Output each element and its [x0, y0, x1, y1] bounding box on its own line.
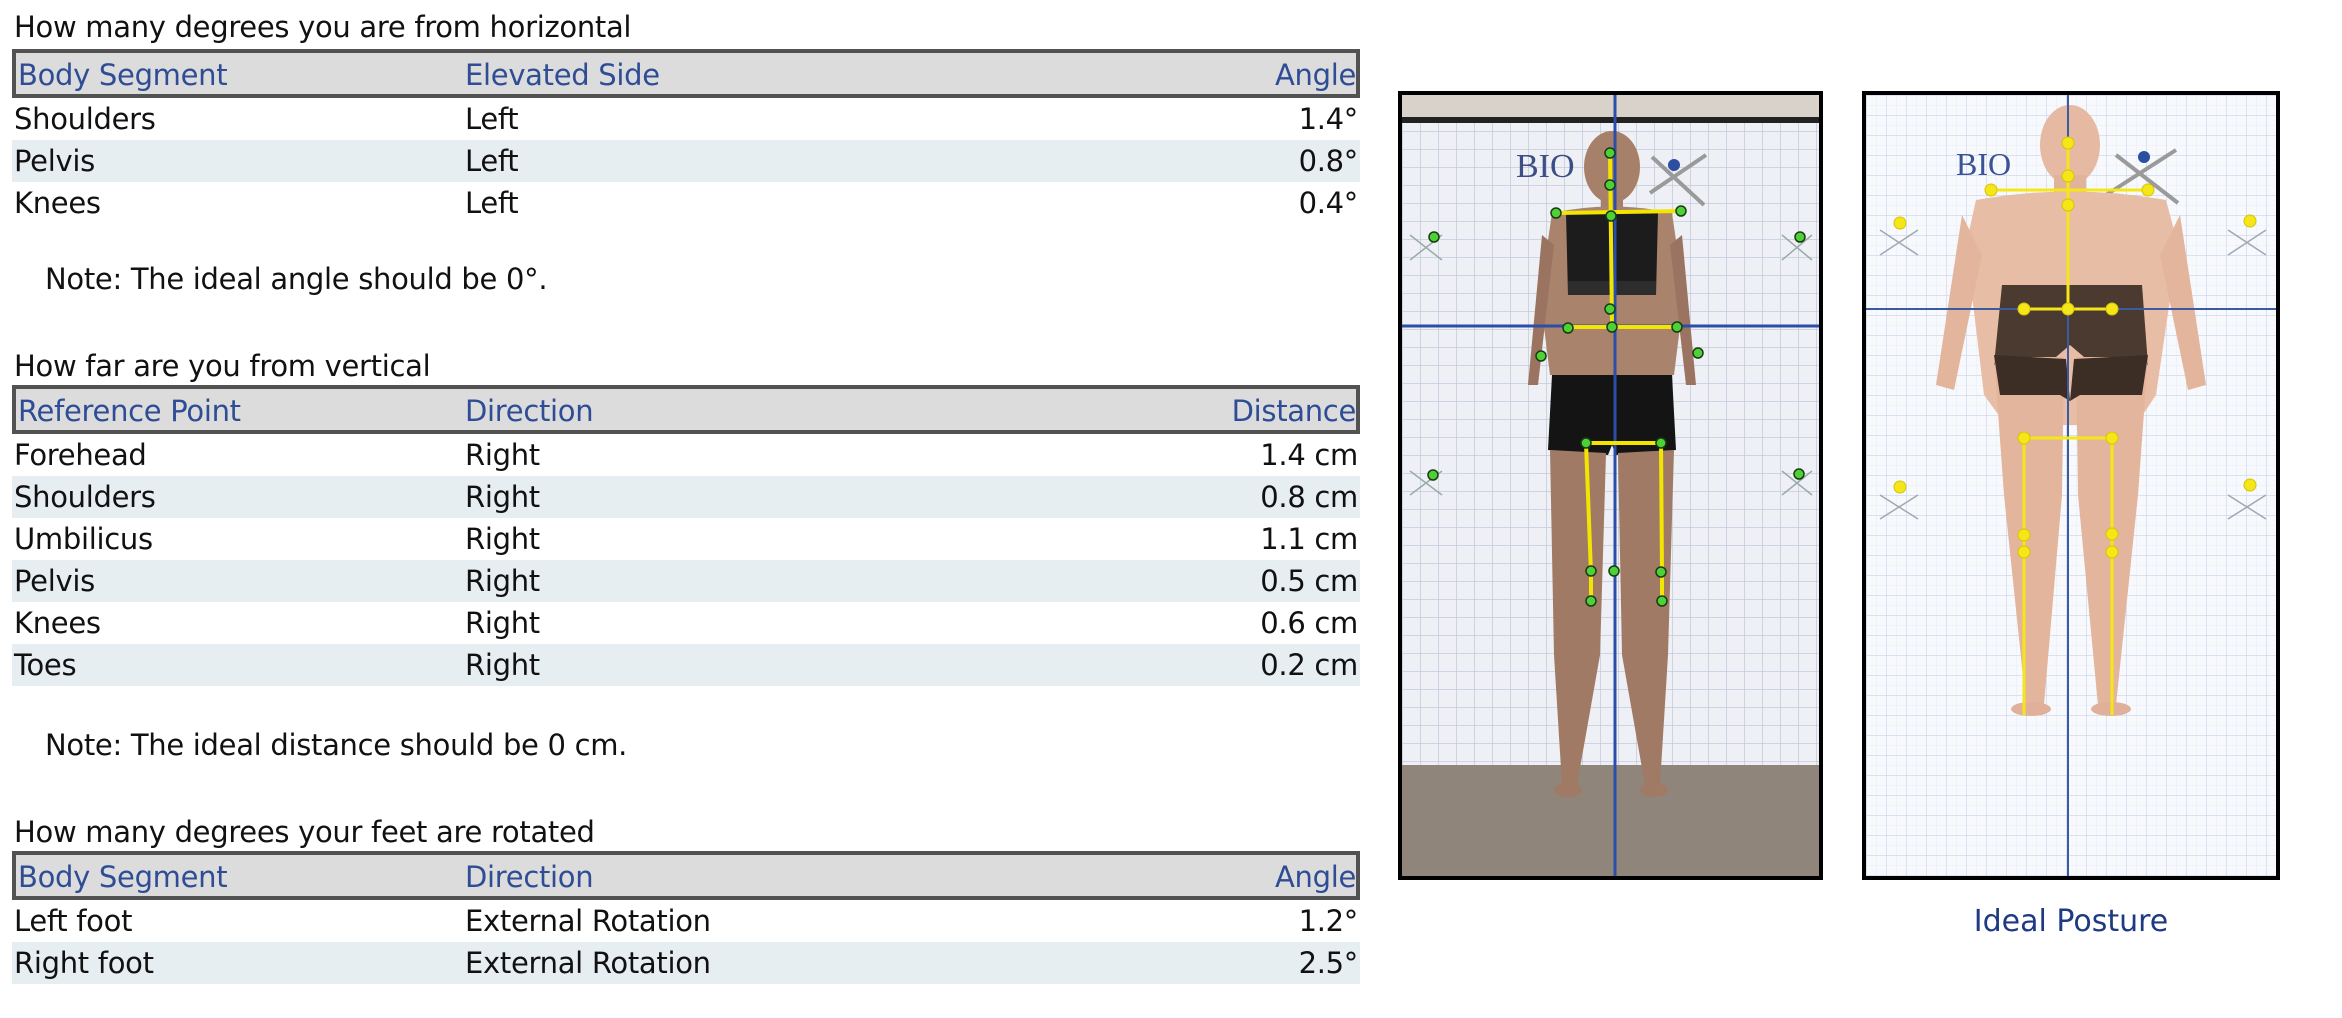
logo-dot	[1668, 159, 1680, 171]
patient-posture-photo: BIO	[1398, 91, 1823, 880]
column-header-direction: Direction	[465, 860, 594, 894]
column-header-body-segment: Body Segment	[18, 58, 228, 92]
cell-distance: 1.1 cm	[1260, 522, 1358, 556]
cell-distance: 0.2 cm	[1260, 648, 1358, 682]
cell-side: Left	[465, 144, 519, 178]
logo-dot	[2138, 151, 2150, 163]
feet-table: Body Segment Direction Angle Left foot E…	[12, 851, 1360, 984]
cell-distance: 1.4 cm	[1260, 438, 1358, 472]
cell-direction: Right	[465, 648, 540, 682]
logo-text: BIO	[1956, 146, 2011, 182]
vertical-note: Note: The ideal distance should be 0 cm.	[45, 728, 628, 762]
column-header-elevated-side: Elevated Side	[465, 58, 660, 92]
vertical-section-title: How far are you from vertical	[14, 349, 431, 383]
table-row: Toes Right 0.2 cm	[12, 644, 1360, 686]
column-header-body-segment: Body Segment	[18, 860, 228, 894]
cell-distance: 0.5 cm	[1260, 564, 1358, 598]
table-header: Reference Point Direction Distance	[12, 385, 1360, 434]
vertical-table: Reference Point Direction Distance Foreh…	[12, 385, 1360, 686]
cell-direction: Right	[465, 606, 540, 640]
cell-angle: 0.4°	[1298, 186, 1359, 220]
table-row: Knees Right 0.6 cm	[12, 602, 1360, 644]
wall-strip	[1402, 95, 1819, 117]
ideal-figure-graphic: BIO	[1866, 95, 2276, 876]
table-row: Umbilicus Right 1.1 cm	[12, 518, 1360, 560]
cell-segment: Shoulders	[14, 102, 156, 136]
board-rail	[1402, 117, 1819, 123]
table-row: Left foot External Rotation 1.2°	[12, 900, 1360, 942]
column-header-angle: Angle	[1274, 860, 1356, 894]
cell-reference-point: Knees	[14, 606, 101, 640]
cell-segment: Left foot	[14, 904, 133, 938]
cell-angle: 1.2°	[1298, 904, 1359, 938]
horizontal-section-title: How many degrees you are from horizontal	[14, 10, 632, 44]
cell-reference-point: Shoulders	[14, 480, 156, 514]
cell-reference-point: Toes	[14, 648, 77, 682]
column-header-angle: Angle	[1274, 58, 1356, 92]
cell-direction: Right	[465, 522, 540, 556]
column-header-direction: Direction	[465, 394, 594, 428]
column-header-distance: Distance	[1231, 394, 1357, 428]
horizontal-note: Note: The ideal angle should be 0°.	[45, 262, 548, 296]
table-row: Right foot External Rotation 2.5°	[12, 942, 1360, 984]
logo-text: BIO	[1516, 148, 1575, 185]
cell-direction: Right	[465, 564, 540, 598]
ideal-posture-figure: BIO	[1862, 91, 2280, 880]
cell-reference-point: Forehead	[14, 438, 147, 472]
cell-reference-point: Pelvis	[14, 564, 95, 598]
cell-side: Left	[465, 102, 519, 136]
ideal-posture-caption: Ideal Posture	[1973, 904, 2169, 939]
cell-angle: 2.5°	[1298, 946, 1359, 980]
table-row: Knees Left 0.4°	[12, 182, 1360, 224]
cell-direction: External Rotation	[465, 946, 711, 980]
table-row: Pelvis Right 0.5 cm	[12, 560, 1360, 602]
table-header: Body Segment Elevated Side Angle	[12, 49, 1360, 98]
table-row: Pelvis Left 0.8°	[12, 140, 1360, 182]
cell-direction: Right	[465, 480, 540, 514]
patient-photo-graphic: BIO	[1402, 95, 1819, 876]
cell-angle: 0.8°	[1298, 144, 1359, 178]
cell-direction: Right	[465, 438, 540, 472]
cell-segment: Right foot	[14, 946, 154, 980]
cell-side: Left	[465, 186, 519, 220]
table-header: Body Segment Direction Angle	[12, 851, 1360, 900]
table-row: Forehead Right 1.4 cm	[12, 434, 1360, 476]
cell-direction: External Rotation	[465, 904, 711, 938]
cell-angle: 1.4°	[1298, 102, 1359, 136]
column-header-reference-point: Reference Point	[18, 394, 241, 428]
cell-distance: 0.6 cm	[1260, 606, 1358, 640]
feet-section-title: How many degrees your feet are rotated	[14, 815, 595, 849]
cell-reference-point: Umbilicus	[14, 522, 153, 556]
horizontal-table: Body Segment Elevated Side Angle Shoulde…	[12, 49, 1360, 224]
cell-distance: 0.8 cm	[1260, 480, 1358, 514]
floor	[1402, 765, 1819, 876]
cell-segment: Knees	[14, 186, 101, 220]
table-row: Shoulders Left 1.4°	[12, 98, 1360, 140]
table-row: Shoulders Right 0.8 cm	[12, 476, 1360, 518]
cell-segment: Pelvis	[14, 144, 95, 178]
